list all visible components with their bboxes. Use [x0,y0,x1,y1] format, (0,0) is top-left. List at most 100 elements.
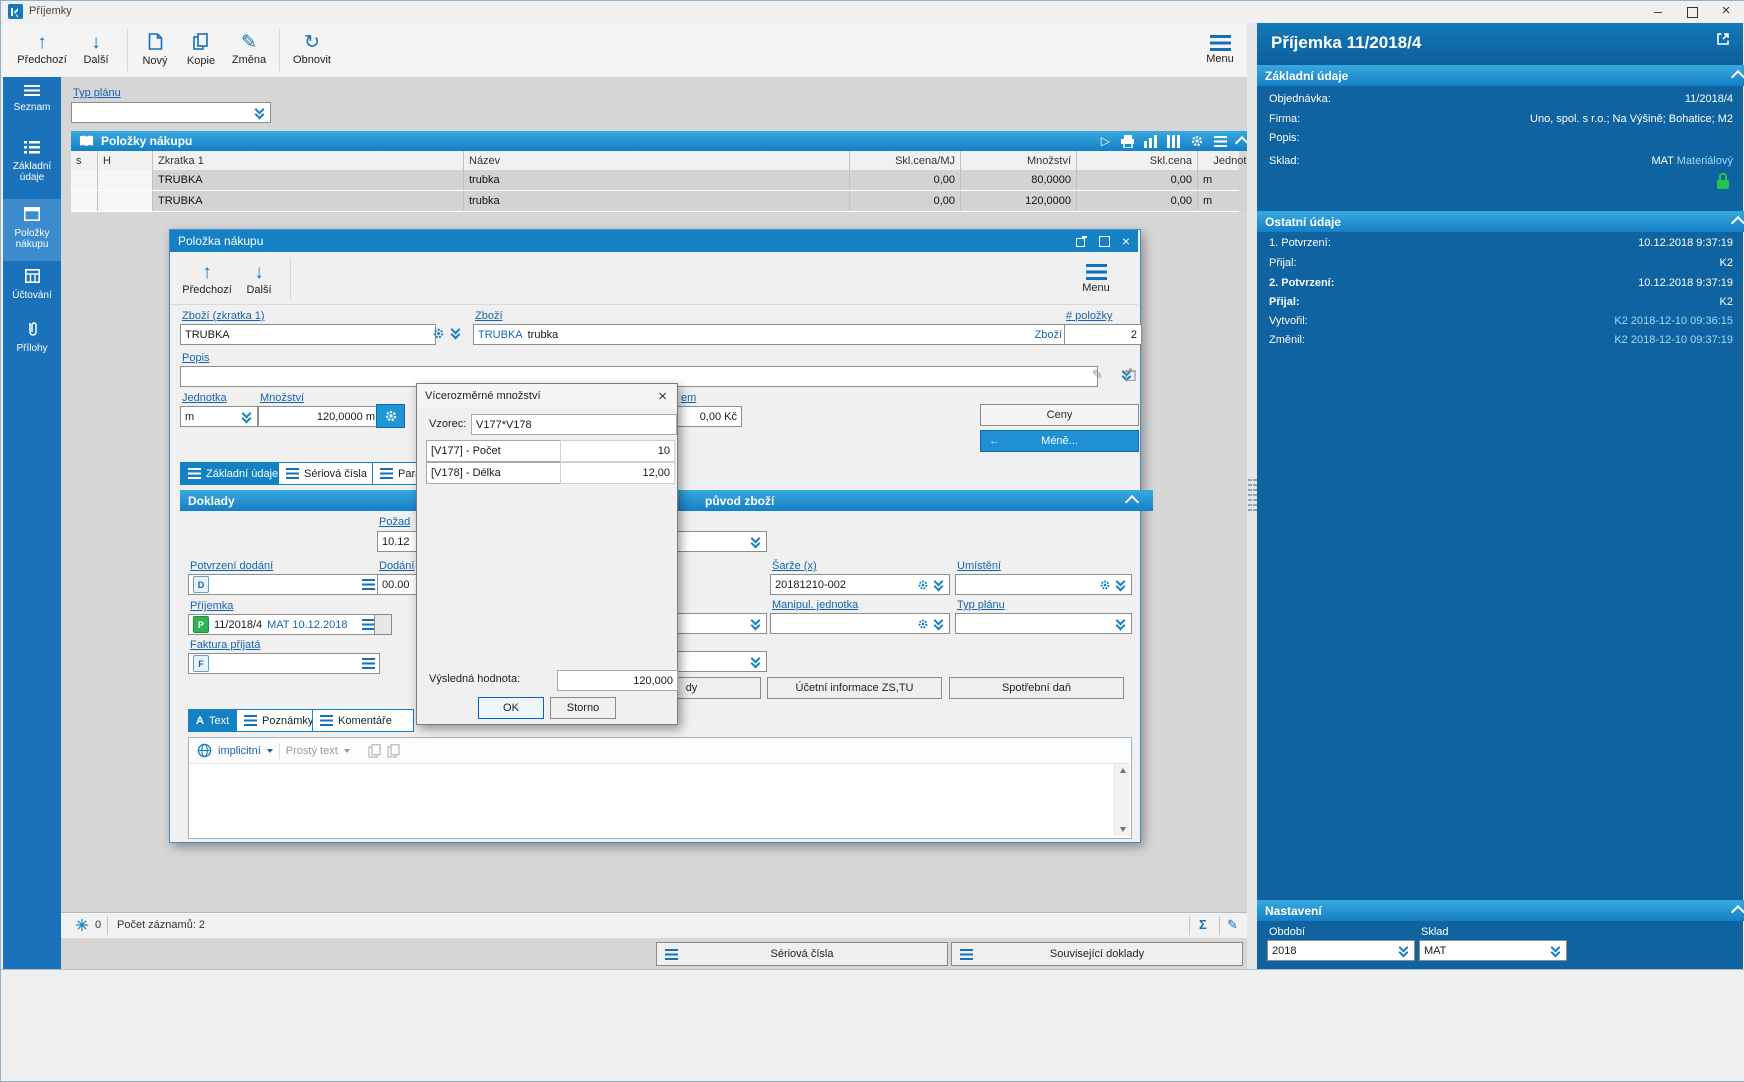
qty-var-name[interactable]: [V178] - Délka [426,462,569,484]
dialog-next-button[interactable]: ↓ Další [236,256,282,302]
section-ostatni-header[interactable]: Ostatní údaje [1257,211,1744,232]
celkem-label-fragment[interactable]: em [681,392,696,404]
dropdown-icon[interactable] [934,579,945,591]
table-row[interactable]: TRUBKA trubka 0,00 120,0000 0,00 m D P F [71,191,1329,212]
faktura-label[interactable]: Faktura přijatá [190,639,260,651]
section-nastaveni-header[interactable]: Nastavení [1257,900,1744,921]
maximize-button[interactable] [1675,1,1709,23]
dropdown-icon[interactable] [1116,579,1127,591]
change-button[interactable]: ✎ Změna [225,26,273,73]
sarze-input[interactable]: 20181210-002 [770,574,950,595]
manipul-input[interactable] [770,613,950,634]
dropdown-icon[interactable] [1551,945,1562,957]
col-zkratka[interactable]: Zkratka 1 [153,151,464,170]
popis-label[interactable]: Popis [182,352,210,364]
editor-scrollbar[interactable] [1114,764,1130,836]
prijemka-link[interactable]: MAT 10.12.2018 [267,619,347,631]
polozky-input[interactable]: 2 [1064,324,1142,345]
mnozstvi-input[interactable]: 120,0000 m [258,406,380,427]
dropdown-icon[interactable] [751,618,762,630]
zbozi-label[interactable]: Zboží [475,310,503,322]
lookup-gear-icon[interactable] [1099,579,1111,591]
sidebar-item-seznam[interactable]: Seznam [3,85,61,113]
col-s[interactable]: s [71,151,98,170]
jednotka-combo[interactable]: m [180,406,258,427]
lookup-gear-icon[interactable] [432,327,445,343]
sklad-link[interactable]: Materiálový [1677,155,1733,167]
col-nazev[interactable]: Název [464,151,850,170]
new-button[interactable]: Nový [133,26,177,73]
dropdown-icon[interactable] [242,411,253,423]
col-cena[interactable]: Skl.cena [1077,151,1198,170]
faktura-input[interactable]: F [188,653,380,674]
qty-var-value[interactable]: 12,00 [560,462,675,484]
spotrebni-dan-button[interactable]: Spotřební daň [949,677,1124,699]
typplanu-label[interactable]: Typ plánu [957,599,1005,611]
zbozi-input[interactable]: TRUBKA trubka Zboží [473,324,1067,345]
popout-icon[interactable] [1715,31,1731,50]
lookup-menu-icon[interactable] [362,579,375,590]
plain-text-button[interactable]: Prostý text [286,745,338,757]
maximize-icon[interactable] [1098,235,1110,247]
scroll-up-button[interactable] [1115,764,1130,777]
tab-komentare[interactable]: Komentáře [312,709,414,732]
paste-special-icon[interactable] [387,743,400,758]
zbozi-zkratka-label[interactable]: Zboží (zkratka 1) [182,310,265,322]
sum-icon[interactable]: Σ [1199,917,1207,932]
chart-icon[interactable] [1144,134,1157,148]
col-cena-mj[interactable]: Skl.cena/MJ [850,151,961,170]
polozky-label[interactable]: # položky [1066,310,1112,322]
dock-icon[interactable] [1075,235,1087,247]
table-row[interactable]: TRUBKA trubka 0,00 80,0000 0,00 m D P F [71,170,1329,191]
minimize-button[interactable]: – [1641,1,1675,23]
zbozi-inline-link[interactable]: Zboží [1034,329,1062,341]
trash-icon[interactable] [1125,368,1136,384]
dropdown-icon[interactable] [255,107,266,119]
row-value[interactable]: K2 2018-12-10 09:36:15 [1614,315,1733,327]
paste-icon[interactable] [368,743,381,758]
implicit-language-button[interactable]: implicitní [218,745,261,757]
lookup-menu-icon[interactable] [362,658,375,669]
columns-icon[interactable] [1167,134,1180,148]
prijemka-input[interactable]: P 11/2018/4 MAT 10.12.2018 [188,614,380,635]
souvisejici-doklady-button[interactable]: Související doklady [951,942,1243,966]
typplanu-input[interactable] [955,613,1132,634]
sidebar-item-prilohy[interactable]: Přílohy [3,321,61,354]
next-button[interactable]: ↓ Další [73,26,119,73]
mene-button[interactable]: ← Méně... [980,430,1139,452]
ok-button[interactable]: OK [478,697,544,719]
ucetni-informace-button[interactable]: Účetní informace ZS,TU [767,677,942,699]
row-value[interactable]: K2 2018-12-10 09:37:19 [1614,334,1733,346]
col-mnozstvi[interactable]: Množství [961,151,1077,170]
zbozi-zkratka-input[interactable]: TRUBKA [180,324,436,345]
dropdown-icon[interactable] [751,656,762,668]
tab-zakladni-udaje[interactable]: Základní údaje [180,462,292,485]
prijemka-extra-button[interactable] [374,614,392,635]
lookup-gear-icon[interactable] [917,579,929,591]
sarze-label[interactable]: Šarže (x) [772,560,817,572]
col-h[interactable]: H [98,151,153,170]
scroll-down-button[interactable] [1115,823,1130,836]
mnozstvi-label[interactable]: Množství [260,392,304,404]
qty-var-name[interactable]: [V177] - Počet [426,440,569,462]
sklad-combo[interactable]: MAT [1419,940,1567,961]
edit-pencil-icon[interactable]: ✎ [1092,367,1103,383]
tab-seriova-cisla[interactable]: Sériová čísla [278,462,386,485]
collapse-icon[interactable] [1730,904,1744,920]
collapse-icon[interactable] [1730,69,1744,85]
obdobi-combo[interactable]: 2018 [1267,940,1415,961]
sidebar-item-uctovani[interactable]: Účtování [3,269,61,301]
grid-menu-icon[interactable] [1214,135,1227,147]
edit-pencil-icon[interactable]: ✎ [1227,917,1238,933]
seriova-cisla-button[interactable]: Sériová čísla [656,942,948,966]
settings-gear-icon[interactable] [1190,134,1204,148]
dropdown-icon[interactable] [751,536,762,548]
potvrzeni-input[interactable]: D [188,574,380,595]
print-icon[interactable] [1120,134,1134,148]
chevron-down-icon[interactable] [343,748,350,753]
ceny-button[interactable]: Ceny [980,404,1139,426]
collapse-icon[interactable] [1124,494,1140,510]
prev-button[interactable]: ↑ Předchozí [13,26,71,73]
section-zakladni-header[interactable]: Základní údaje [1257,65,1744,86]
sidebar-item-polozky-nakupu[interactable]: Položky nákupu [3,199,61,261]
